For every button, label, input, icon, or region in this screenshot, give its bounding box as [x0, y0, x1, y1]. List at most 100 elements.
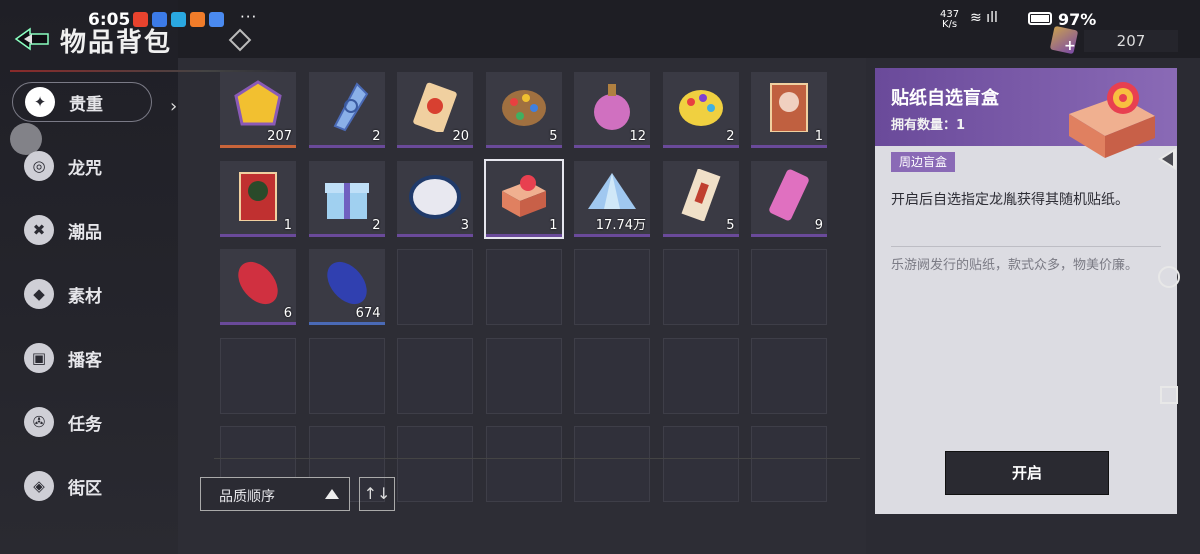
- rarity-bar: [220, 322, 296, 325]
- inventory-slot-sticker-blind-box[interactable]: 1: [483, 158, 564, 239]
- sidebar-item-valuables[interactable]: ✦ 贵重: [12, 82, 152, 122]
- item-count: 1: [549, 217, 558, 233]
- inventory-slot-yellow-gem[interactable]: 207: [220, 72, 296, 148]
- blue-crystal-icon: [333, 82, 368, 132]
- rarity-bar: [574, 233, 650, 237]
- sort-order-toggle[interactable]: ↑↓: [359, 477, 395, 511]
- inventory-slot-gift-box[interactable]: 2: [308, 160, 385, 237]
- inventory-slot-blue-crystal[interactable]: 2: [308, 72, 385, 148]
- caret-up-icon: [325, 489, 339, 499]
- play-notification-icon: [190, 12, 205, 27]
- inventory-slot-longchao-badge[interactable]: 3: [397, 160, 473, 237]
- nav-recents-icon[interactable]: [1160, 386, 1178, 404]
- sidebar-item-trend[interactable]: ✖ 潮品: [24, 210, 102, 250]
- back-icon[interactable]: [14, 26, 50, 52]
- blue-leaf-icon: [326, 261, 367, 305]
- sidebar-item-label: 贵重: [69, 94, 103, 115]
- inventory-slot-empty[interactable]: [574, 249, 650, 325]
- item-count: 674: [355, 306, 381, 321]
- street-sign-icon: ◈: [24, 471, 54, 501]
- inventory-slot-empty[interactable]: [485, 249, 562, 325]
- item-count: 17.74万: [595, 217, 646, 233]
- rarity-bar: [308, 233, 385, 237]
- cube-icon: ◆: [24, 279, 54, 309]
- sidebar-item-dragon-curse[interactable]: ◎ 龙咒: [24, 146, 102, 186]
- item-category-tag: 周边盲盒: [891, 152, 956, 172]
- sticker-blind-box-icon: [1069, 82, 1155, 158]
- inventory-slot-empty[interactable]: [485, 426, 562, 502]
- nav-home-icon[interactable]: [1158, 266, 1180, 288]
- inventory-slot-ticket-card[interactable]: 20: [397, 72, 473, 148]
- inventory-slot-empty[interactable]: [485, 337, 562, 414]
- more-notifications-icon: ···: [240, 8, 258, 26]
- rarity-bar: [662, 145, 739, 148]
- inventory-slot-empty[interactable]: [662, 426, 739, 502]
- inventory-slot-empty[interactable]: [220, 337, 296, 414]
- sidebar-item-street[interactable]: ◈ 街区: [24, 466, 102, 506]
- item-count: 5: [549, 129, 558, 144]
- inventory-slot-character-card[interactable]: 1: [751, 72, 827, 148]
- inventory-slot-empty[interactable]: [662, 249, 739, 325]
- inventory-slot-crystal-pile[interactable]: 17.74万: [574, 160, 650, 237]
- inventory-slot-paper-ticket[interactable]: 5: [662, 160, 739, 237]
- inventory-slot-empty[interactable]: [397, 249, 473, 325]
- currency-value: 207: [1084, 30, 1178, 52]
- rarity-bar: [308, 322, 385, 325]
- rarity-bar: [220, 145, 296, 148]
- inventory-slot-empty[interactable]: [574, 426, 650, 502]
- page-title: 物品背包: [60, 28, 173, 58]
- add-currency-icon[interactable]: +: [1064, 38, 1076, 54]
- item-flavor-text: 乐游阙发行的贴纸，款式众多，物美价廉。: [891, 258, 1139, 273]
- golden-palette-icon: [678, 90, 723, 126]
- inventory-slot-character-card-2[interactable]: 1: [220, 160, 296, 237]
- inventory-slot-empty[interactable]: [308, 337, 385, 414]
- inventory-slot-blue-leaf[interactable]: 674: [308, 249, 385, 325]
- item-count: 1: [283, 217, 292, 233]
- battery-percent: 97%: [1058, 10, 1097, 29]
- rarity-bar: [220, 233, 296, 237]
- radio-icon: ▣: [24, 343, 54, 373]
- red-leaf-icon: [238, 261, 278, 305]
- inventory-slot-empty[interactable]: [397, 337, 473, 414]
- rarity-bar: [751, 145, 827, 148]
- grid-divider: [214, 458, 860, 459]
- sort-select[interactable]: 品质顺序: [200, 477, 350, 511]
- item-count: 2: [372, 217, 381, 233]
- rarity-bar: [308, 145, 385, 148]
- inventory-slot-potion-bottle[interactable]: 12: [574, 72, 650, 148]
- music-notification-icon: [209, 12, 224, 27]
- search-notification-icon: [171, 12, 186, 27]
- sidebar-item-podcast[interactable]: ▣ 播客: [24, 338, 102, 378]
- currency-display[interactable]: + 207: [1049, 25, 1180, 55]
- film-reel-icon: ✇: [24, 407, 54, 437]
- inventory-slot-golden-palette[interactable]: 2: [662, 72, 739, 148]
- inventory-slot-paint-palette[interactable]: 5: [485, 72, 562, 148]
- inventory-slot-empty[interactable]: [751, 426, 827, 502]
- open-button[interactable]: 开启: [945, 451, 1109, 495]
- paint-palette-icon: [501, 90, 546, 126]
- sort-label: 品质顺序: [219, 489, 275, 505]
- inventory-slot-empty[interactable]: [751, 337, 827, 414]
- rarity-bar: [397, 145, 473, 148]
- inventory-slot-red-leaf[interactable]: 6: [220, 249, 296, 325]
- inventory-slot-empty[interactable]: [574, 337, 650, 414]
- sidebar-item-tasks[interactable]: ✇ 任务: [24, 402, 102, 442]
- inventory-slot-empty[interactable]: [662, 337, 739, 414]
- rarity-bar: [662, 233, 739, 237]
- longchao-badge-icon: [409, 174, 461, 219]
- sticker-blind-box-icon: [501, 174, 546, 217]
- item-count: 6: [283, 306, 292, 321]
- yellow-gem-icon: [234, 80, 282, 126]
- net-speed-unit: K/s: [941, 19, 958, 30]
- potion-bottle-icon: [594, 84, 630, 130]
- inventory-slot-empty[interactable]: [397, 426, 473, 502]
- inventory-slot-pink-ticket[interactable]: 9: [751, 160, 827, 237]
- sidebar-item-materials[interactable]: ◆ 素材: [24, 274, 102, 314]
- gift-box-icon: [324, 182, 369, 219]
- inventory-slot-empty[interactable]: [751, 249, 827, 325]
- item-count: 2: [726, 129, 735, 144]
- item-count: 3: [460, 217, 469, 233]
- item-name: 贴纸自选盲盒: [891, 88, 999, 109]
- status-bar: 6:05 ··· 437 K/s ≋ ıll 97%: [0, 0, 1200, 40]
- sidebar-item-label: 素材: [68, 286, 102, 307]
